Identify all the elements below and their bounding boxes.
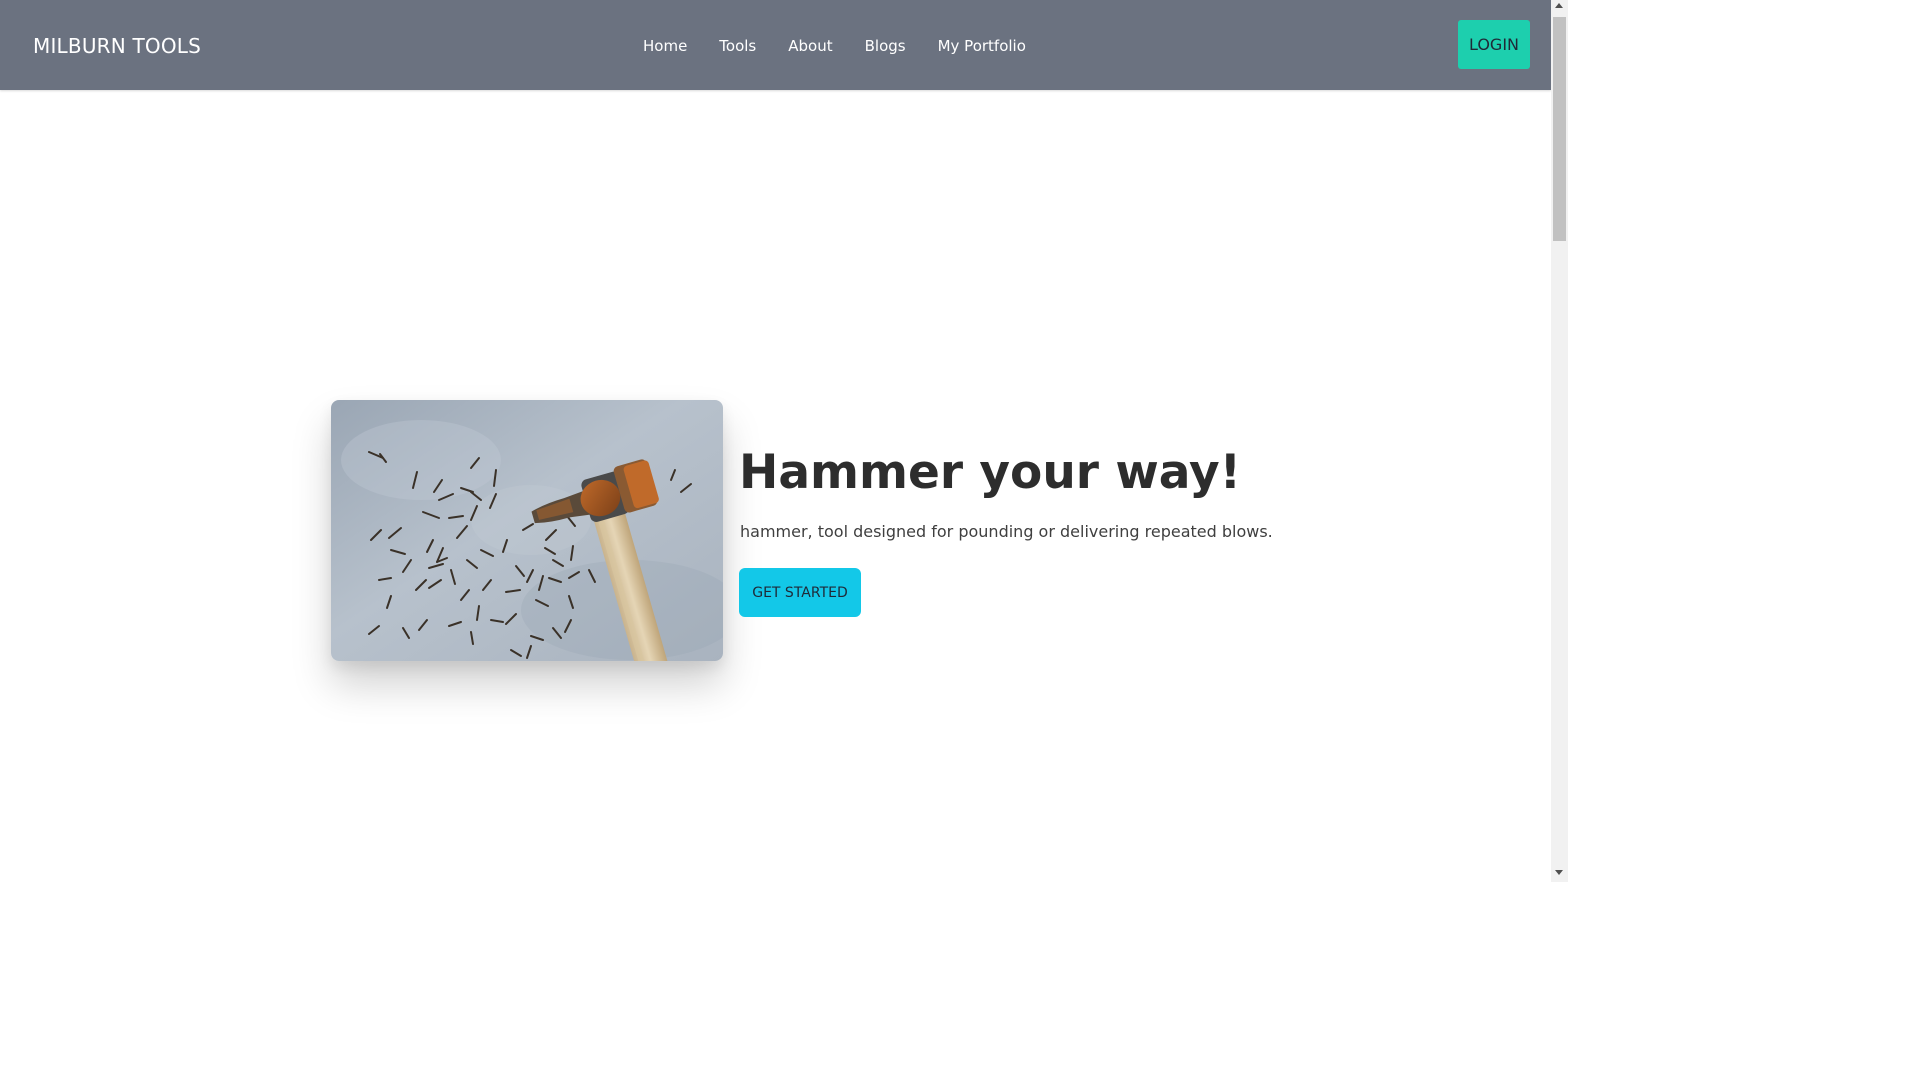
navbar: MILBURN TOOLS Home Tools About Blogs My … [0,0,1551,90]
nav-link-tools[interactable]: Tools [719,36,756,56]
nav-link-blogs[interactable]: Blogs [865,36,906,56]
vertical-scrollbar[interactable] [1551,0,1568,882]
nav-link-home[interactable]: Home [643,36,687,56]
nav-link-about[interactable]: About [788,36,832,56]
scroll-up-arrow-icon[interactable] [1555,3,1563,8]
hero-title: Hammer your way! [739,445,1242,500]
page: MILBURN TOOLS Home Tools About Blogs My … [0,0,1568,882]
login-button[interactable]: LOGIN [1458,20,1530,69]
hero-description: hammer, tool designed for pounding or de… [740,522,1273,541]
nav-links: Home Tools About Blogs My Portfolio [643,36,1058,56]
get-started-button[interactable]: GET STARTED [739,568,861,617]
nav-link-my-portfolio[interactable]: My Portfolio [938,36,1026,56]
scroll-down-arrow-icon[interactable] [1555,870,1563,875]
scrollbar-thumb[interactable] [1553,17,1566,241]
hero-image-hammer-and-nails [331,400,723,661]
brand-logo[interactable]: MILBURN TOOLS [33,33,201,59]
